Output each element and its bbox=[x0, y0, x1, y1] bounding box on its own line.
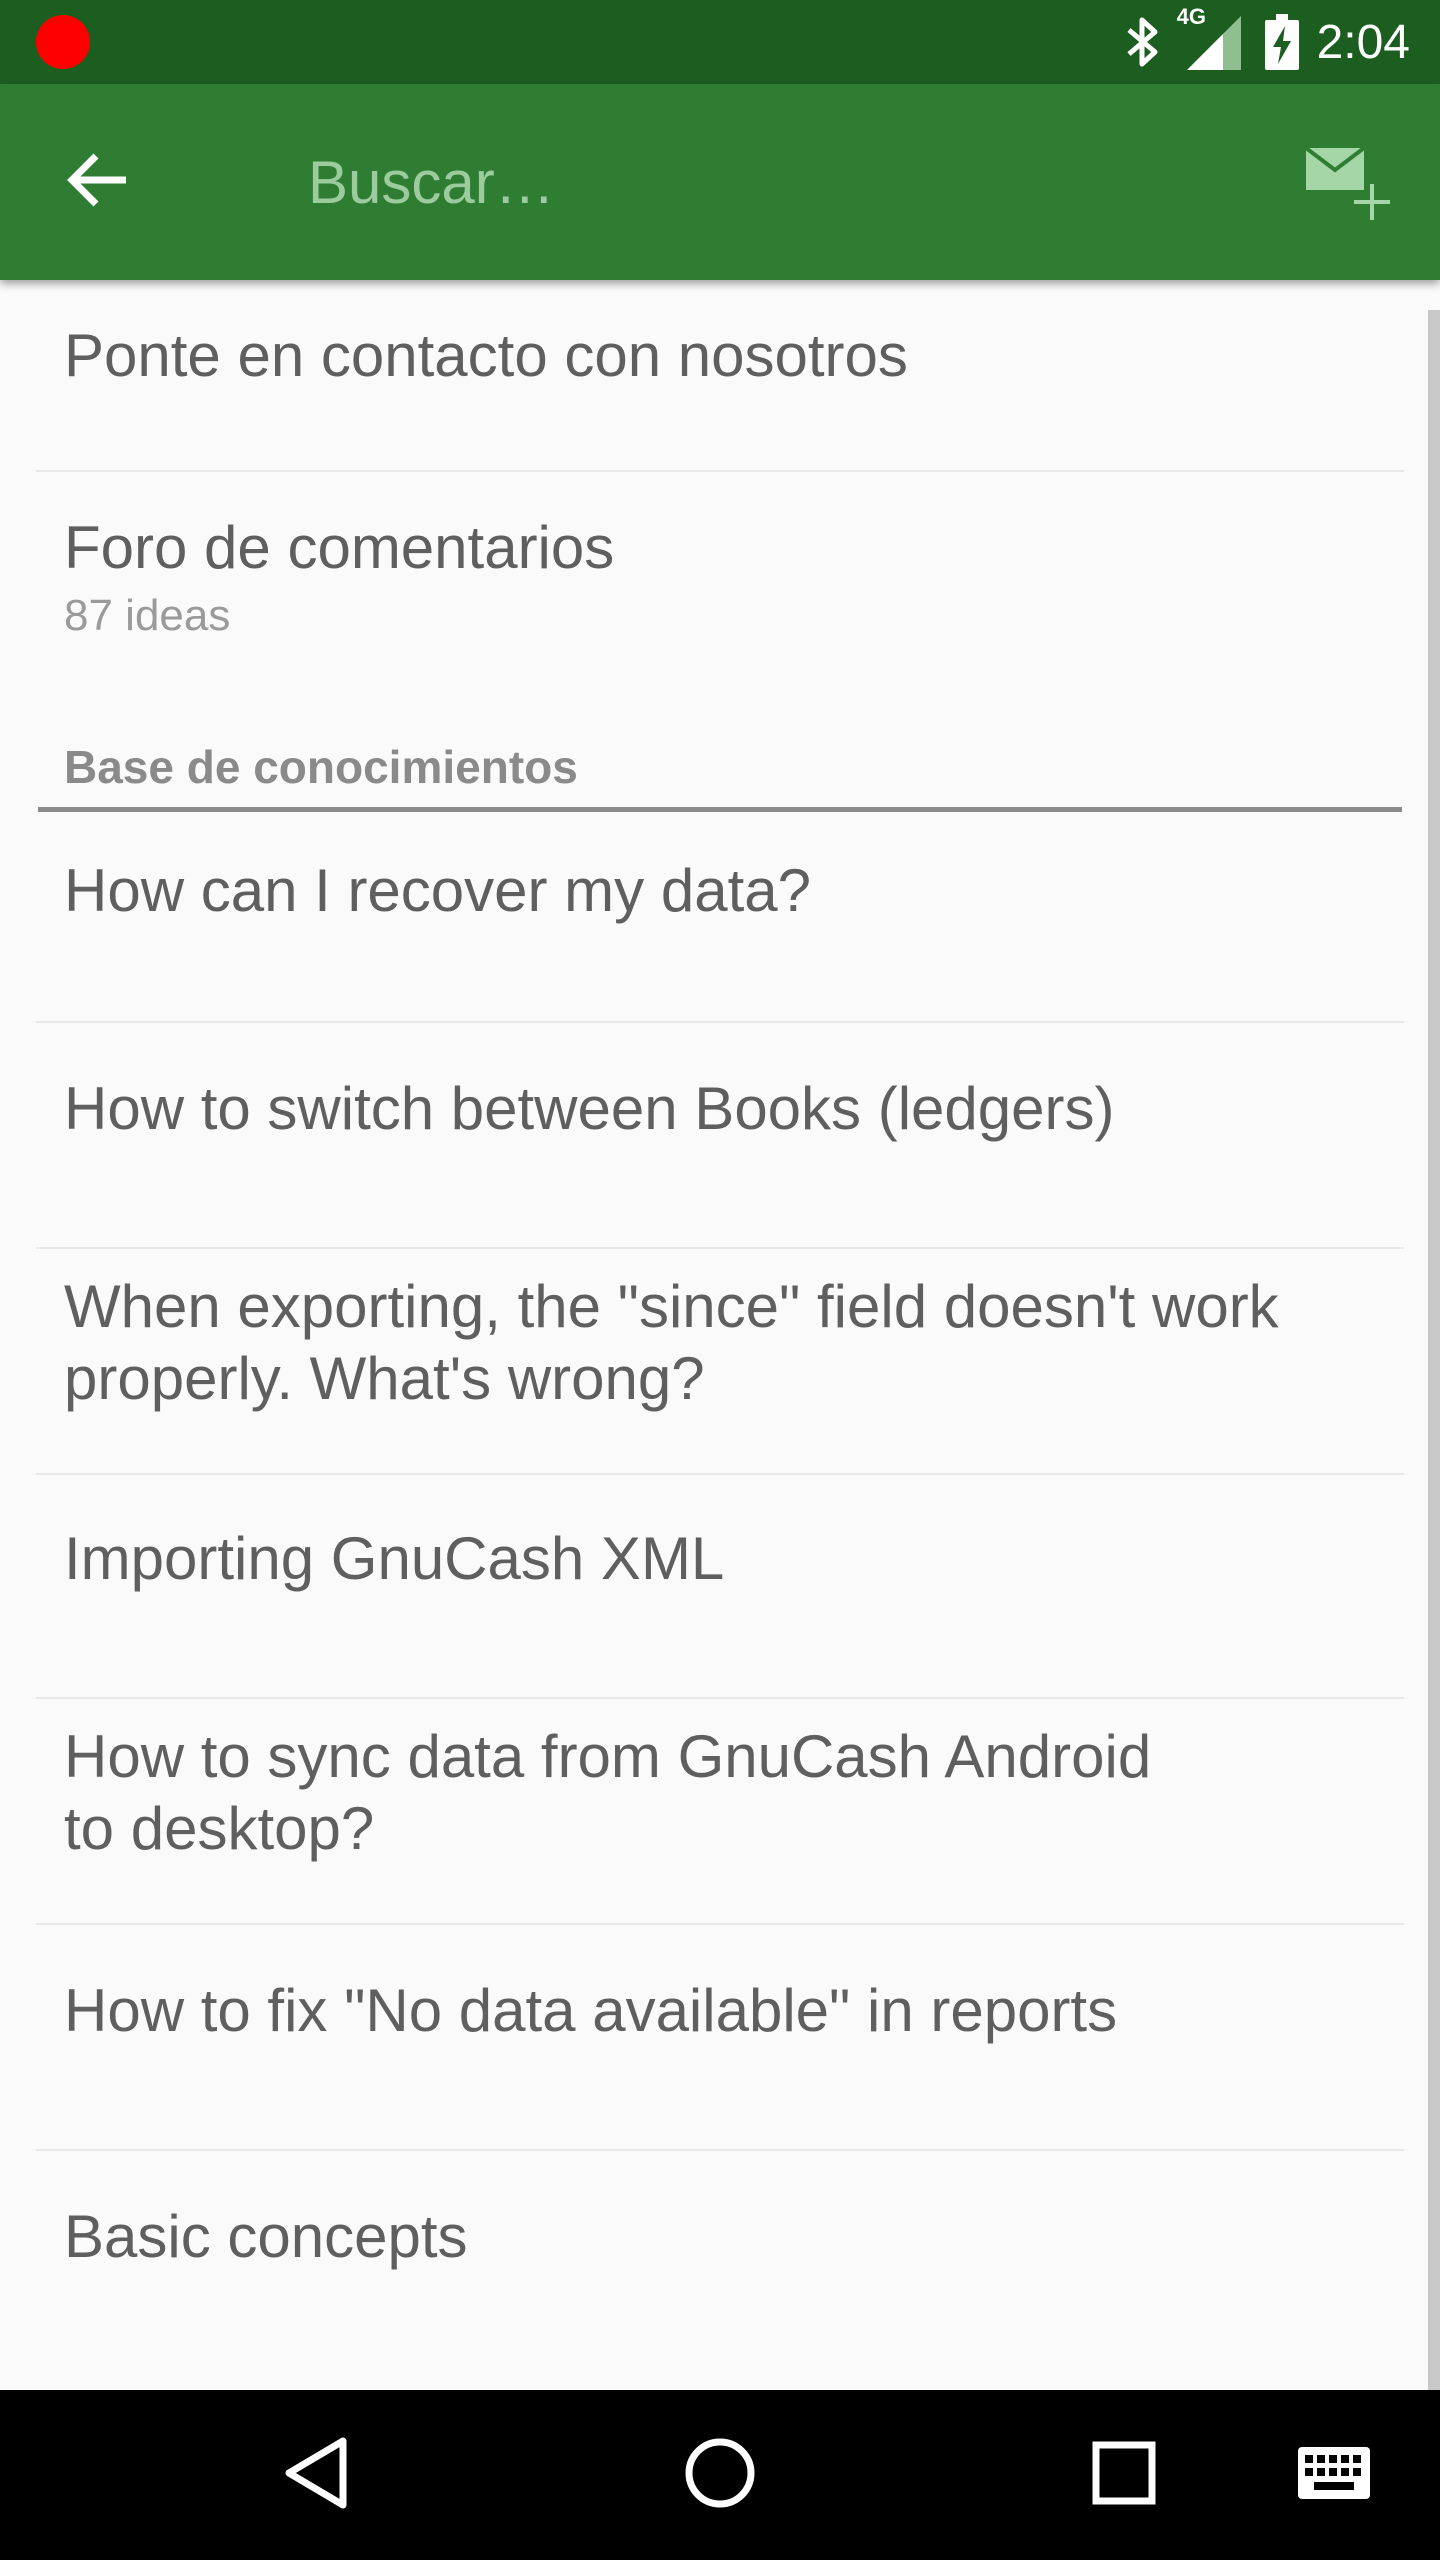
kb-article-title: How can I recover my data? bbox=[64, 857, 811, 924]
keyboard-switch-button[interactable] bbox=[1284, 2425, 1384, 2525]
nav-home-button[interactable] bbox=[670, 2425, 770, 2525]
bluetooth-icon bbox=[1125, 14, 1161, 70]
battery-charging-icon bbox=[1264, 14, 1299, 70]
screen: 4G 2:04 Buscar… Ponte en contacto con no… bbox=[0, 0, 1440, 2560]
new-message-button[interactable] bbox=[1294, 136, 1404, 232]
search-input[interactable] bbox=[308, 134, 1208, 230]
status-time: 2:04 bbox=[1316, 15, 1410, 69]
new-message-icon bbox=[1304, 144, 1394, 225]
kb-article-title: How to sync data from GnuCash Android to… bbox=[64, 1723, 1152, 1862]
forum-idea-count: 87 ideas bbox=[64, 591, 231, 640]
back-arrow-icon bbox=[66, 152, 130, 213]
help-content: Ponte en contacto con nosotros Foro de c… bbox=[0, 280, 1440, 2390]
contact-us-label: Ponte en contacto con nosotros bbox=[64, 322, 908, 389]
kb-article-title: Basic concepts bbox=[64, 2203, 468, 2270]
feedback-forum-item[interactable]: Foro de comentarios 87 ideas bbox=[36, 472, 1404, 722]
nav-back-button[interactable] bbox=[266, 2425, 366, 2525]
keyboard-icon bbox=[1298, 2446, 1370, 2504]
scrollbar[interactable] bbox=[1428, 310, 1440, 2390]
recording-dot-icon bbox=[36, 15, 90, 69]
status-bar: 4G 2:04 bbox=[0, 0, 1440, 84]
kb-article-title: How to fix "No data available" in report… bbox=[64, 1977, 1118, 2044]
section-header-label: Base de conocimientos bbox=[64, 741, 578, 793]
back-button[interactable] bbox=[56, 140, 140, 224]
status-icons: 4G 2:04 bbox=[1125, 0, 1440, 84]
home-circle-icon bbox=[684, 2437, 756, 2514]
network-type-label: 4G bbox=[1176, 4, 1206, 29]
kb-article-item[interactable]: How to sync data from GnuCash Android to… bbox=[36, 1699, 1404, 1925]
app-bar bbox=[0, 84, 1440, 280]
navigation-bar bbox=[0, 2390, 1440, 2560]
nav-recents-button[interactable] bbox=[1074, 2425, 1174, 2525]
kb-article-item[interactable]: How to fix "No data available" in report… bbox=[36, 1925, 1404, 2151]
cell-signal-icon: 4G bbox=[1177, 4, 1243, 72]
kb-article-item[interactable]: Importing GnuCash XML bbox=[36, 1475, 1404, 1699]
contact-us-item[interactable]: Ponte en contacto con nosotros bbox=[36, 280, 1404, 472]
kb-article-title: Importing GnuCash XML bbox=[64, 1525, 725, 1592]
kb-article-item[interactable]: Basic concepts bbox=[36, 2151, 1404, 2375]
section-header-knowledge-base: Base de conocimientos bbox=[38, 737, 1402, 812]
kb-article-title: When exporting, the "since" field doesn'… bbox=[64, 1273, 1279, 1412]
kb-article-item[interactable]: When exporting, the "since" field doesn'… bbox=[36, 1249, 1404, 1475]
kb-article-item[interactable]: How can I recover my data? bbox=[36, 811, 1404, 1023]
forum-title: Foro de comentarios bbox=[64, 514, 615, 581]
kb-article-item[interactable]: How to switch between Books (ledgers) bbox=[36, 1023, 1404, 1249]
back-triangle-icon bbox=[281, 2435, 351, 2516]
recents-square-icon bbox=[1092, 2441, 1156, 2510]
kb-article-title: How to switch between Books (ledgers) bbox=[64, 1075, 1115, 1142]
